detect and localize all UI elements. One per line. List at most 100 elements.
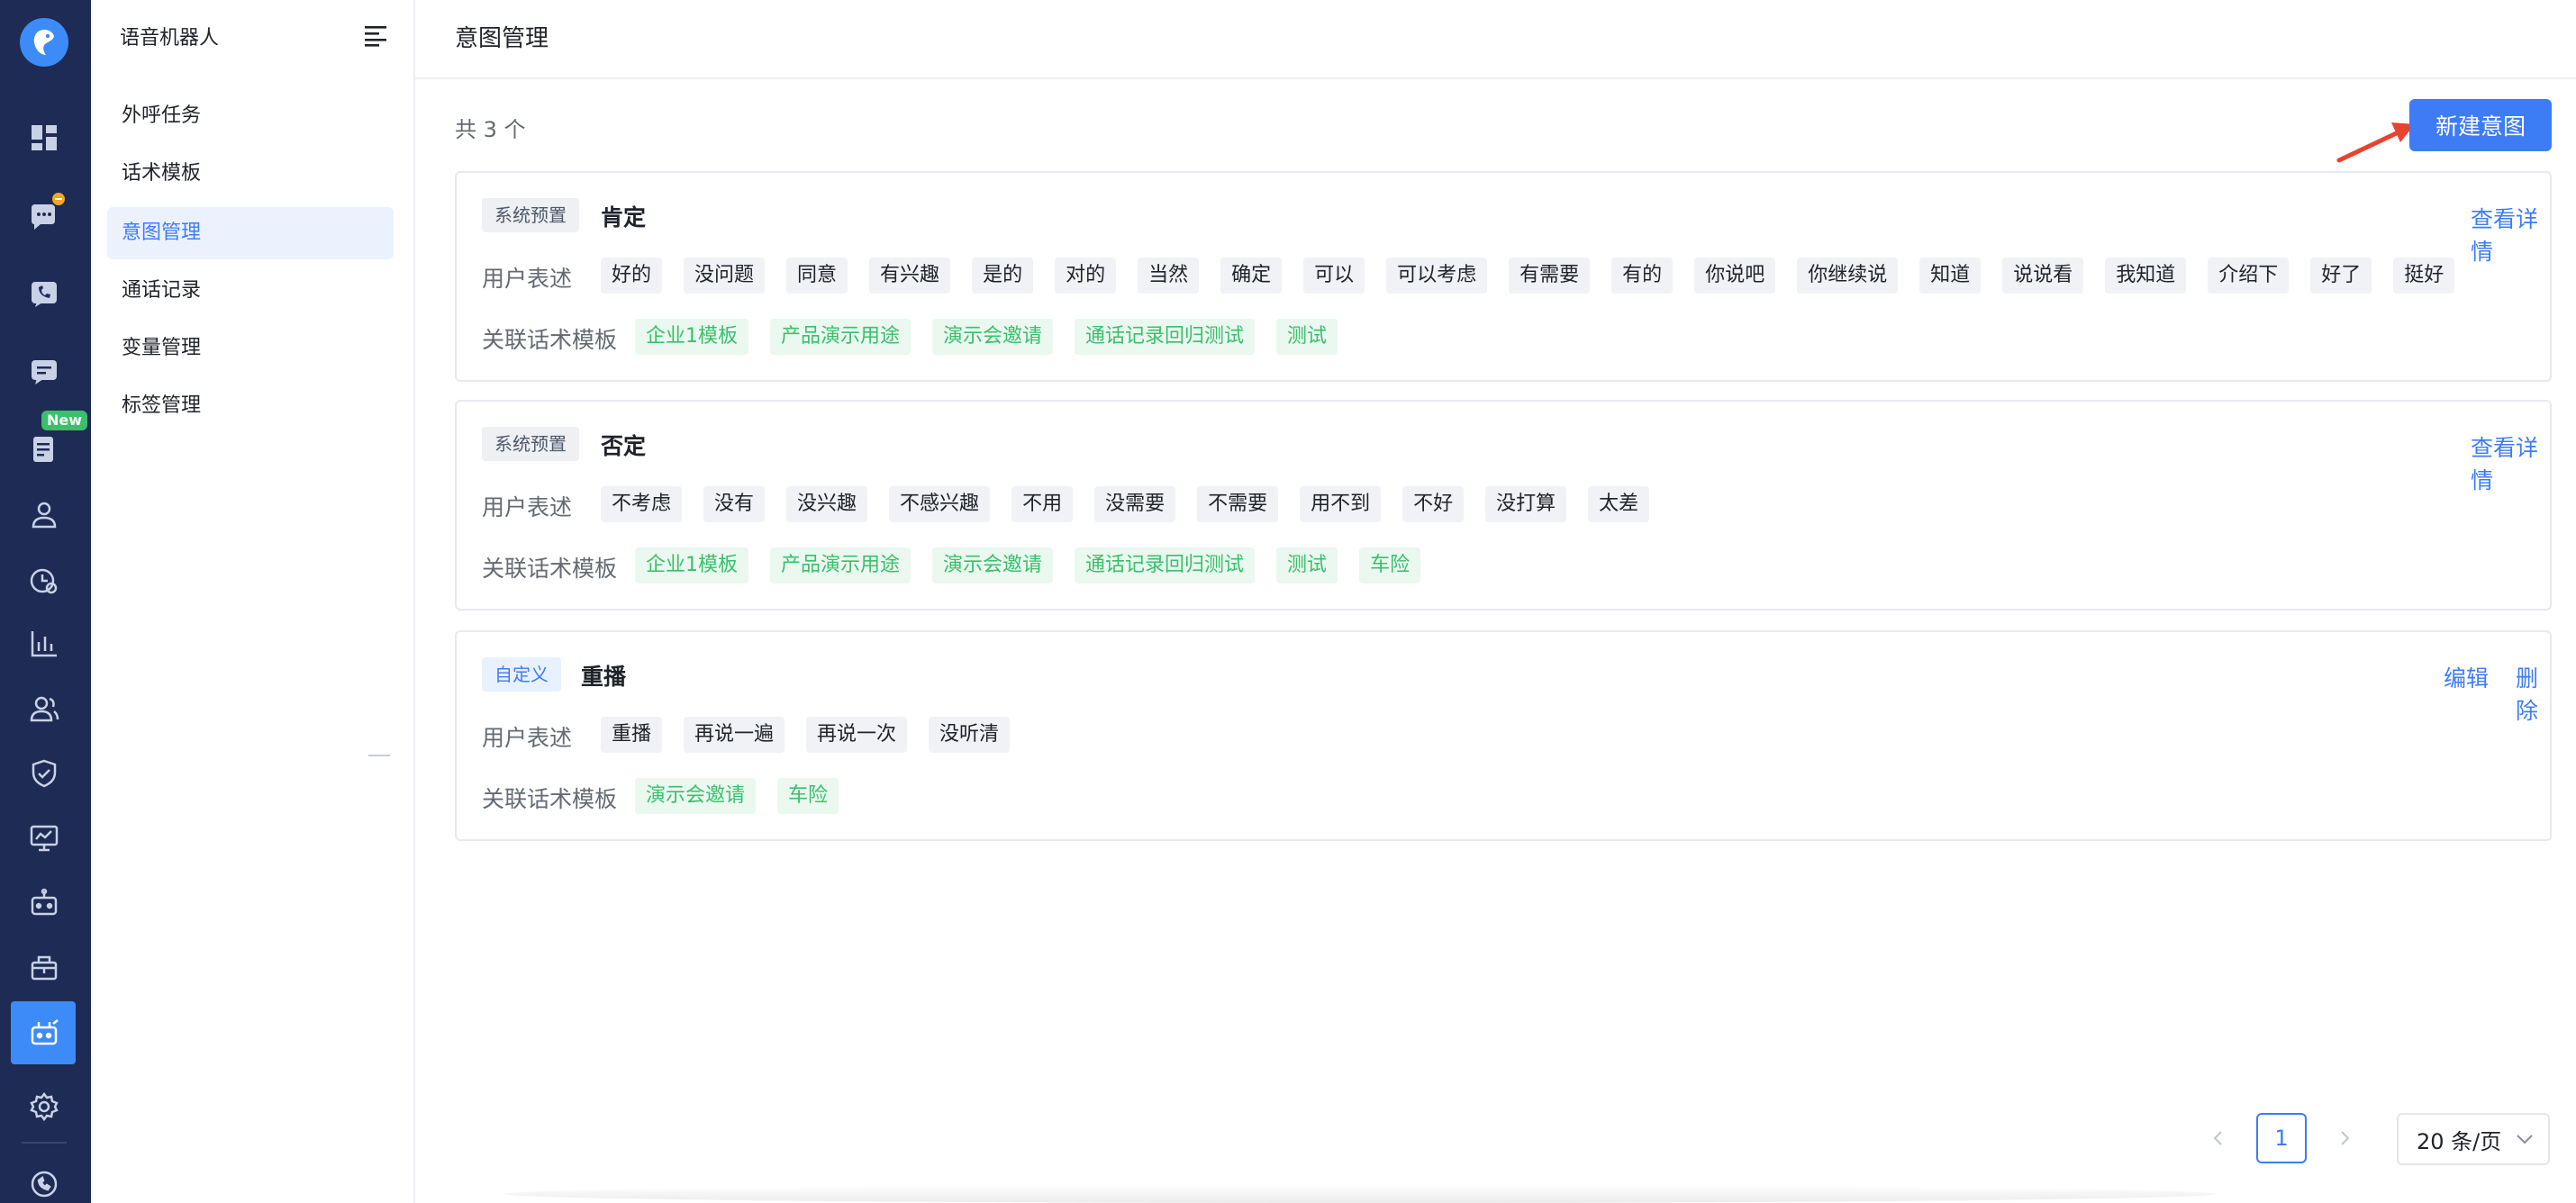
phrase-tag: 知道 — [1919, 258, 1982, 294]
phrase-tag: 不感兴趣 — [889, 486, 991, 522]
template-tag[interactable]: 演示会邀请 — [932, 319, 1054, 355]
app-root: New 语音机器人 外呼任务 话术模板 意图管理 通话记录 变量管理 标签管理 … — [0, 0, 2576, 1203]
shield-icon[interactable] — [22, 751, 67, 796]
page-size-select[interactable]: 20 条/页 — [2397, 1113, 2550, 1165]
dashboard-icon[interactable] — [22, 115, 67, 160]
template-tags: 演示会邀请 车险 — [635, 778, 860, 814]
phrase-tag: 不好 — [1402, 486, 1465, 522]
app-logo[interactable] — [20, 18, 68, 67]
user-expression-label: 用户表述 — [482, 725, 573, 751]
sidebar-item-outbound-tasks[interactable]: 外呼任务 — [107, 90, 394, 142]
intent-name: 重播 — [581, 664, 627, 690]
phrase-tag: 是的 — [972, 258, 1034, 294]
sidebar-item-intent-management[interactable]: 意图管理 — [107, 207, 394, 259]
sidebar-title: 语音机器人 — [120, 27, 220, 50]
page-header: 意图管理 — [415, 0, 2576, 79]
new-intent-button[interactable]: 新建意图 — [2409, 99, 2552, 151]
chevron-down-icon — [2517, 1135, 2533, 1144]
phrase-tag: 没打算 — [1485, 486, 1567, 522]
sidebar-item-call-records[interactable]: 通话记录 — [107, 265, 394, 317]
intent-card-replay: 自定义 重播 编辑 删除 用户表述 重播 再说一遍 再说一次 没听清 关联话术模… — [455, 630, 2552, 841]
template-tag[interactable]: 测试 — [1276, 319, 1338, 355]
template-tag[interactable]: 企业1模板 — [635, 319, 748, 355]
bird-logo-icon — [33, 30, 54, 55]
template-tag[interactable]: 产品演示用途 — [770, 319, 912, 355]
template-tag[interactable]: 车险 — [1359, 547, 1421, 583]
template-tag[interactable]: 通话记录回归测试 — [1075, 319, 1256, 355]
user-phrase-tags: 好的 没问题 同意 有兴趣 是的 对的 当然 确定 可以 可以考虑 有需要 有的… — [601, 258, 2476, 294]
prev-page-button[interactable] — [2200, 1120, 2236, 1156]
chevron-left-icon — [2213, 1131, 2222, 1145]
user-expression-label: 用户表述 — [482, 266, 573, 292]
template-tag[interactable]: 企业1模板 — [635, 547, 748, 583]
document-icon[interactable] — [22, 427, 67, 472]
message-icon[interactable] — [22, 349, 67, 394]
sidebar-item-variable-management[interactable]: 变量管理 — [107, 322, 394, 375]
phrase-tag: 你说吧 — [1694, 258, 1776, 294]
phrase-tag: 用不到 — [1300, 486, 1382, 522]
phrase-tag: 没兴趣 — [786, 486, 868, 522]
robot-icon[interactable] — [22, 881, 67, 926]
bar-chart-icon[interactable] — [22, 621, 67, 666]
users-icon[interactable] — [22, 686, 67, 731]
intent-card-negate: 系统预置 否定 查看详情 用户表述 不考虑 没有 没兴趣 不感兴趣 不用 没需要… — [455, 400, 2552, 611]
robot-active-icon[interactable] — [22, 1010, 67, 1055]
settings-icon[interactable] — [22, 1084, 67, 1129]
phrase-tag: 对的 — [1055, 258, 1117, 294]
next-page-button[interactable] — [2327, 1120, 2363, 1156]
page-number-button[interactable]: 1 — [2256, 1113, 2307, 1163]
sidebar-item-tag-management[interactable]: 标签管理 — [107, 380, 394, 432]
phrase-tag: 你继续说 — [1797, 258, 1899, 294]
phrase-tag: 没有 — [703, 486, 766, 522]
secondary-sidebar: 语音机器人 外呼任务 话术模板 意图管理 通话记录 变量管理 标签管理 — [91, 0, 415, 1203]
template-tag[interactable]: 车险 — [777, 778, 839, 814]
phrase-tag: 好的 — [601, 258, 663, 294]
phrase-tag: 有的 — [1611, 258, 1673, 294]
phrase-tag: 好了 — [2310, 258, 2372, 294]
sidebar-scroll-indicator — [368, 755, 390, 756]
phone-icon[interactable] — [22, 272, 67, 317]
monitor-icon[interactable] — [22, 816, 67, 861]
phrase-tag: 不需要 — [1197, 486, 1279, 522]
view-details-link[interactable]: 查看详情 — [2471, 430, 2550, 495]
intent-name: 肯定 — [601, 204, 647, 231]
phrase-tag: 我知道 — [2105, 258, 2187, 294]
phrase-tag: 可以 — [1303, 258, 1365, 294]
phrase-tag: 没问题 — [684, 258, 766, 294]
template-tags: 企业1模板 产品演示用途 演示会邀请 通话记录回归测试 测试 — [635, 319, 1359, 355]
template-tags: 企业1模板 产品演示用途 演示会邀请 通话记录回归测试 测试 车险 — [635, 547, 1442, 583]
icon-rail: New — [0, 0, 91, 1203]
phrase-tag: 没需要 — [1094, 486, 1176, 522]
delete-link[interactable]: 删除 — [2516, 661, 2550, 726]
phrase-tag: 太差 — [1588, 486, 1650, 522]
support-icon[interactable] — [22, 1162, 67, 1203]
main-content: 意图管理 共 3 个 新建意图 系统预置 肯定 查看详情 用户表述 好的 没问题… — [415, 0, 2576, 1203]
phrase-tag: 说说看 — [2002, 258, 2084, 294]
template-tag[interactable]: 演示会邀请 — [635, 778, 757, 814]
rail-divider — [22, 1142, 67, 1144]
phrase-tag: 同意 — [786, 258, 848, 294]
view-details-link[interactable]: 查看详情 — [2471, 202, 2550, 267]
phrase-tag: 挺好 — [2393, 258, 2455, 294]
page-size-value: 20 条/页 — [2417, 1128, 2502, 1154]
new-badge: New — [41, 411, 88, 430]
phrase-tag: 可以考虑 — [1386, 258, 1488, 294]
sidebar-item-script-templates[interactable]: 话术模板 — [107, 148, 394, 200]
template-tag[interactable]: 通话记录回归测试 — [1075, 547, 1256, 583]
phrase-tag: 介绍下 — [2208, 258, 2290, 294]
edit-link[interactable]: 编辑 — [2444, 661, 2489, 693]
intent-name: 否定 — [601, 433, 647, 459]
template-tag[interactable]: 演示会邀请 — [932, 547, 1054, 583]
related-template-label: 关联话术模板 — [482, 327, 618, 353]
user-icon[interactable] — [22, 492, 67, 537]
notification-dot — [50, 191, 67, 207]
page-title: 意图管理 — [455, 25, 549, 52]
template-tag[interactable]: 产品演示用途 — [770, 547, 912, 583]
template-tag[interactable]: 测试 — [1276, 547, 1338, 583]
user-phrase-tags: 不考虑 没有 没兴趣 不感兴趣 不用 没需要 不需要 用不到 不好 没打算 太差 — [601, 486, 1671, 522]
package-icon[interactable] — [22, 945, 67, 990]
related-template-label: 关联话术模板 — [482, 786, 618, 812]
collapse-menu-icon[interactable] — [363, 23, 390, 47]
user-expression-label: 用户表述 — [482, 494, 573, 520]
clock-icon[interactable] — [22, 558, 67, 603]
